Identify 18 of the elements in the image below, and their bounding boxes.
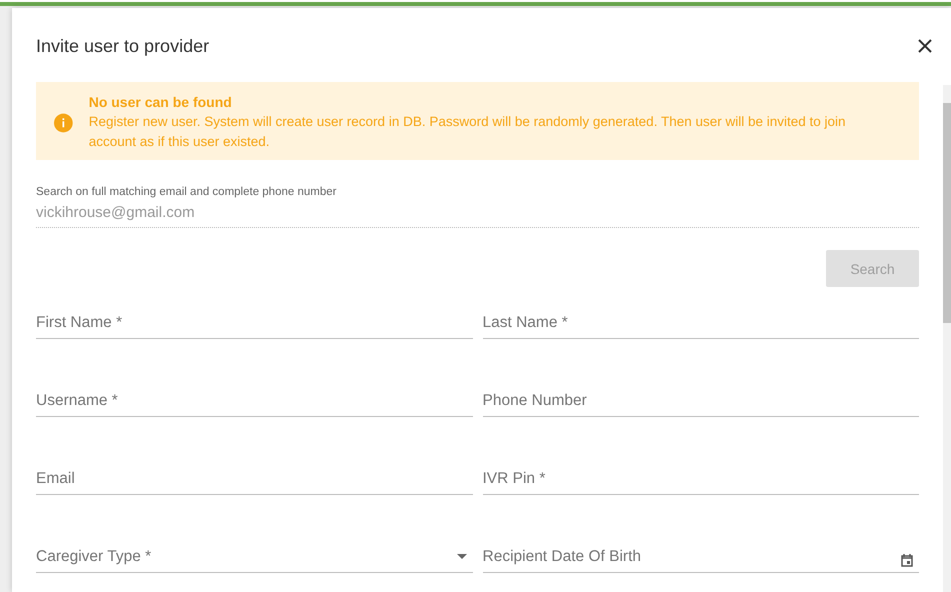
date-field[interactable]: Recipient Date Of Birth xyxy=(482,541,919,573)
input-field[interactable]: Last Name * xyxy=(482,307,919,339)
search-label: Search on full matching email and complete phone number xyxy=(36,186,338,198)
input-field[interactable]: IVR Pin * xyxy=(482,463,919,495)
input-field[interactable]: Email xyxy=(36,463,472,495)
dropdown-caret-icon[interactable] xyxy=(456,554,466,559)
search-field[interactable]: vickihrouse@gmail.com xyxy=(36,200,919,228)
dropdown-field[interactable]: Caregiver Type * xyxy=(36,541,472,573)
calendar-icon[interactable] xyxy=(901,554,913,567)
dialog-title: Invite user to provider xyxy=(36,36,210,56)
info-icon xyxy=(54,112,73,134)
alert-title: No user can be found xyxy=(88,94,233,110)
input-field[interactable]: Username * xyxy=(36,385,472,417)
alert-message: Register new user. System will create user record in DB. Password will be randomly generated. Then user will be invited to join account as if this user existed. xyxy=(88,113,847,151)
scrollbar[interactable] xyxy=(943,85,951,592)
input-field[interactable]: First Name * xyxy=(36,307,472,339)
input-field[interactable]: Phone Number xyxy=(482,385,919,417)
close-icon[interactable] xyxy=(917,38,933,54)
